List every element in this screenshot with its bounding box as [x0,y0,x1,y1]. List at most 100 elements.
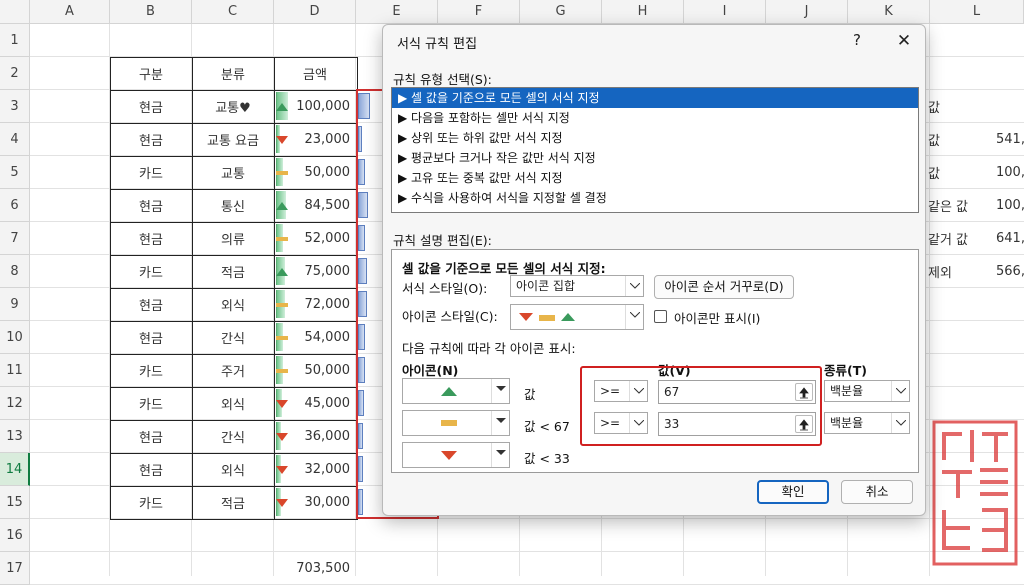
rule-type-list[interactable]: ▶ 셀 값을 기준으로 모든 셀의 서식 지정 ▶ 다음을 포함하는 셀만 서식… [391,87,919,213]
header-cell[interactable]: 구분 [110,57,192,90]
row-header[interactable]: 9 [0,288,30,321]
icon-select-2[interactable] [402,410,510,436]
data-cell[interactable]: 현금 [110,321,192,354]
data-cell[interactable]: 외식 [192,387,274,420]
data-cell[interactable]: 카드 [110,486,192,519]
row-header[interactable]: 16 [0,519,30,552]
icon-select-3[interactable] [402,442,510,468]
row-header[interactable]: 13 [0,420,30,453]
icon-select-1[interactable] [402,378,510,404]
chevron-down-icon [891,381,909,401]
data-cell[interactable]: 현금 [110,420,192,453]
data-cell[interactable]: 간식 [192,420,274,453]
row-header[interactable]: 14 [0,453,30,486]
row-header[interactable]: 17 [0,552,30,585]
data-cell[interactable]: 현금 [110,453,192,486]
row-header[interactable]: 12 [0,387,30,420]
seal-stamp [930,418,1020,568]
format-style-label: 서식 스타일(O): [402,281,488,296]
data-cell[interactable]: 현금 [110,123,192,156]
column-header[interactable]: L [930,0,1024,24]
three-triangles-icon-set [519,313,575,321]
l-cell[interactable]: 100, [990,189,1024,222]
data-cell[interactable]: 현금 [110,222,192,255]
total-cell[interactable]: 703,500 [274,552,356,585]
icon-style-select[interactable] [510,304,644,330]
row-header[interactable]: 1 [0,24,30,57]
type-select-1[interactable]: 백분율 [824,380,910,402]
column-header[interactable]: K [848,0,930,24]
cancel-button[interactable]: 취소 [841,480,913,504]
data-cell[interactable]: 교통 [192,156,274,189]
data-cell[interactable]: 교통 요금 [192,123,274,156]
down-triangle-icon [276,400,288,408]
header-cell[interactable]: 분류 [192,57,274,90]
column-header[interactable]: B [110,0,192,24]
row-header[interactable]: 4 [0,123,30,156]
ok-button[interactable]: 확인 [757,480,829,504]
column-header[interactable]: E [356,0,438,24]
l-cell[interactable]: 100, [990,156,1024,189]
format-style-select[interactable]: 아이콘 집합 [510,275,644,297]
l-cell[interactable]: 541, [990,123,1024,156]
data-cell[interactable]: 현금 [110,288,192,321]
down-triangle-icon [276,433,288,441]
data-cell[interactable]: 현금 [110,90,192,123]
rule-type-item[interactable]: ▶ 셀 값을 기준으로 모든 셀의 서식 지정 [392,88,918,108]
data-cell[interactable]: 주거 [192,354,274,387]
up-triangle-icon [276,268,288,276]
chevron-down-icon [491,411,509,435]
data-cell[interactable]: 카드 [110,156,192,189]
data-cell[interactable]: 의류 [192,222,274,255]
close-icon[interactable]: ✕ [891,29,917,53]
row-header[interactable]: 3 [0,90,30,123]
data-cell[interactable]: 현금 [110,189,192,222]
rule-type-item[interactable]: ▶ 평균보다 크거나 작은 값만 서식 지정 [392,148,918,168]
data-cell[interactable]: 통신 [192,189,274,222]
data-cell[interactable]: 카드 [110,387,192,420]
reverse-icon-order-button[interactable]: 아이콘 순서 거꾸로(D) [654,275,794,299]
row-header[interactable]: 11 [0,354,30,387]
row-header[interactable]: 5 [0,156,30,189]
row-header[interactable]: 7 [0,222,30,255]
column-header[interactable]: D [274,0,356,24]
column-header[interactable]: A [30,0,110,24]
l-cell[interactable]: 566, [990,255,1024,288]
row-header[interactable]: 6 [0,189,30,222]
rule-type-item[interactable]: ▶ 고유 또는 중복 값만 서식 지정 [392,168,918,188]
row-header[interactable]: 15 [0,486,30,519]
data-cell[interactable]: 외식 [192,453,274,486]
header-cell[interactable]: 금액 [274,57,356,90]
data-cell[interactable]: 교통♥ [192,90,274,123]
column-header[interactable]: C [192,0,274,24]
data-cell[interactable]: 카드 [110,354,192,387]
data-cell[interactable]: 간식 [192,321,274,354]
rule-type-label: 규칙 유형 선택(S): [393,72,492,87]
row-header[interactable]: 10 [0,321,30,354]
l-cell[interactable]: 641, [990,222,1024,255]
edit-formatting-rule-dialog: 서식 규칙 편집 ? ✕ 규칙 유형 선택(S): ▶ 셀 값을 기준으로 모든… [382,24,926,516]
column-header[interactable]: J [766,0,848,24]
horizontal-bar-icon [441,420,457,426]
column-header[interactable]: I [684,0,766,24]
rule-type-item[interactable]: ▶ 수식을 사용하여 서식을 지정할 셀 결정 [392,188,918,208]
help-button[interactable]: ? [847,31,867,49]
icon-only-label: 아이콘만 표시(I) [674,311,761,326]
data-cell[interactable]: 적금 [192,486,274,519]
l-cell[interactable] [990,90,1024,123]
row-header[interactable]: 2 [0,57,30,90]
icon-only-checkbox[interactable] [654,310,667,323]
data-cell[interactable]: 외식 [192,288,274,321]
rule-type-item[interactable]: ▶ 다음을 포함하는 셀만 서식 지정 [392,108,918,128]
column-header[interactable]: G [520,0,602,24]
column-header[interactable]: F [438,0,520,24]
column-header[interactable]: H [602,0,684,24]
select-all-corner[interactable] [0,0,30,24]
row-header[interactable]: 8 [0,255,30,288]
chevron-down-icon [491,443,509,467]
data-cell[interactable]: 카드 [110,255,192,288]
type-select-2[interactable]: 백분율 [824,412,910,434]
rule-type-item[interactable]: ▶ 상위 또는 하위 값만 서식 지정 [392,128,918,148]
data-cell[interactable]: 적금 [192,255,274,288]
up-triangle-icon [441,387,457,396]
